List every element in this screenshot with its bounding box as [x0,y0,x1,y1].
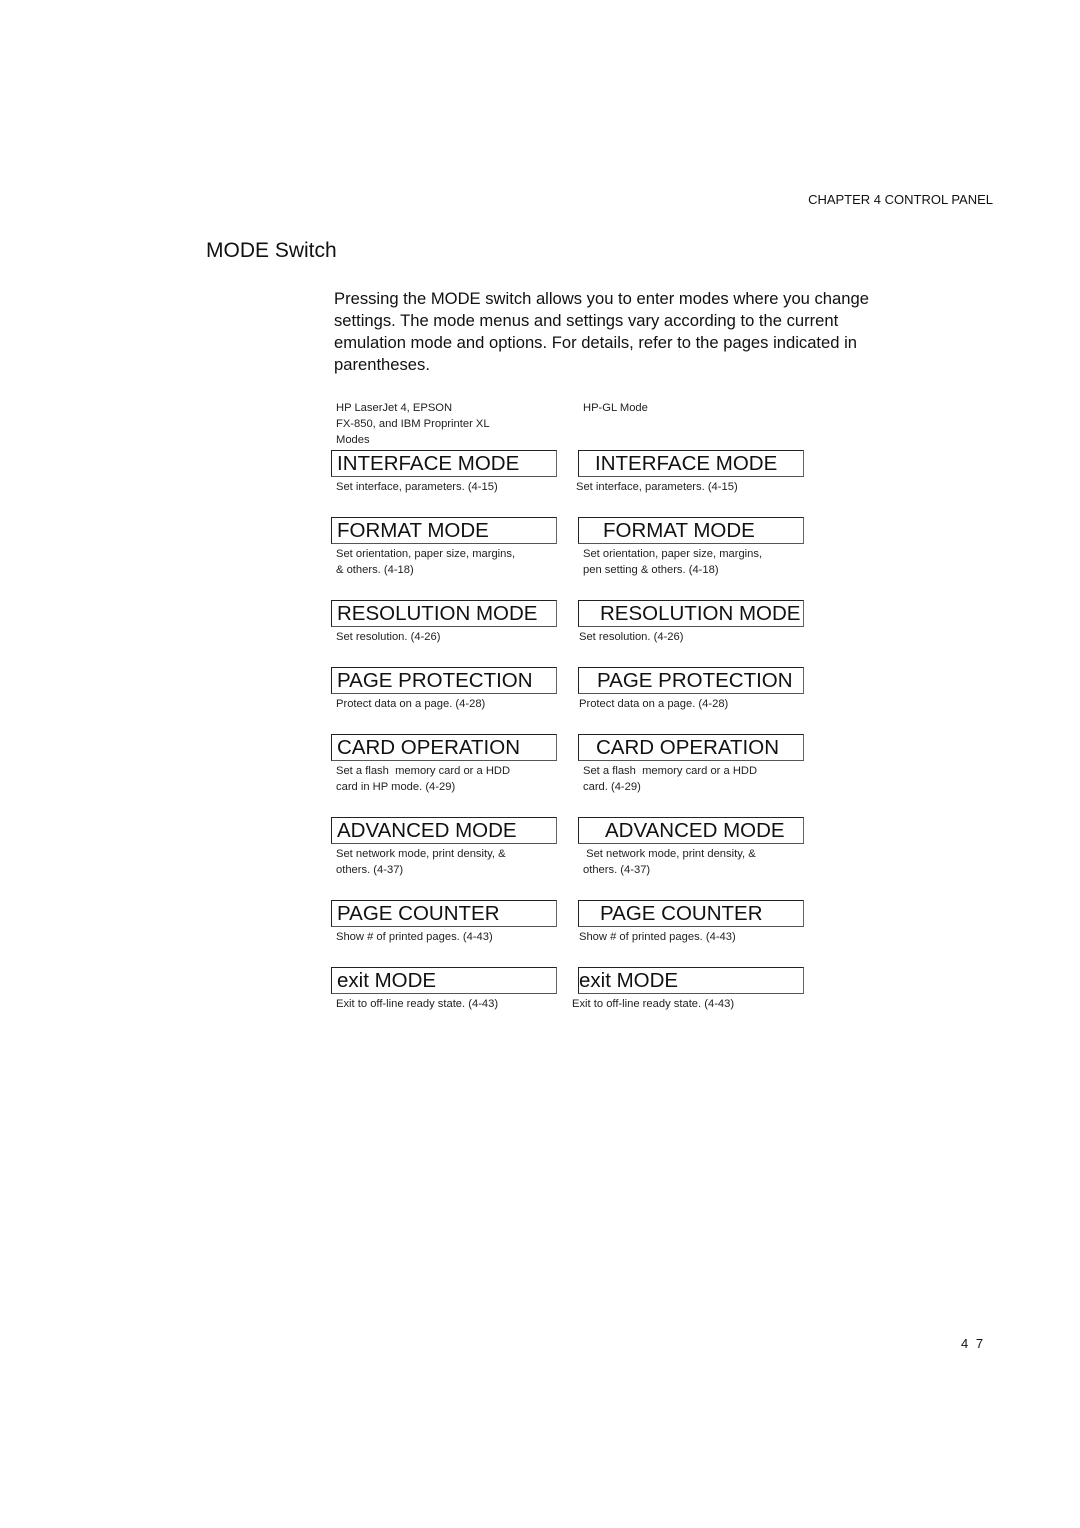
mode-description: Set network mode, print density, & others… [336,846,506,878]
caption-line: Modes [336,434,370,446]
description-line: Show # of printed pages. (4-43) [336,931,493,943]
mode-box-right: FORMAT MODE [578,517,804,544]
mode-description: Set interface, parameters. (4-15) [576,479,738,495]
mode-box-right: ADVANCED MODE [578,817,804,844]
mode-description: Set a flash memory card or a HDD card in … [336,763,510,795]
mode-box-left: PAGE COUNTER [331,900,557,927]
description-line: Set a flash memory card or a HDD [583,765,758,777]
description-line: Set a flash memory card or a HDD [336,765,511,777]
description-line: & others. (4-18) [336,564,414,576]
section-title: MODE Switch [206,239,337,262]
description-line: Protect data on a page. (4-28) [336,698,486,710]
description-line: Set interface, parameters. (4-15) [576,481,738,493]
mode-box-right: PAGE PROTECTION [578,667,804,694]
right-column-caption: HP-GL Mode [583,402,648,414]
intro-paragraph: Pressing the MODE switch allows you to e… [334,289,869,374]
mode-description: Show # of printed pages. (4-43) [336,929,493,945]
mode-box-left: exit MODE [331,967,557,994]
mode-description: Set resolution. (4-26) [579,629,683,645]
description-line: Show # of printed pages. (4-43) [579,931,736,943]
description-line: Protect data on a page. (4-28) [579,698,729,710]
mode-description: Exit to off-line ready state. (4-43) [336,996,498,1012]
mode-box-right: CARD OPERATION [578,734,804,761]
mode-description: Protect data on a page. (4-28) [579,696,728,712]
description-line: Set orientation, paper size, margins, [583,548,763,560]
description-line: others. (4-37) [583,864,651,876]
description-line: Set interface, parameters. (4-15) [336,481,498,493]
description-line: others. (4-37) [336,864,404,876]
description-line: Set resolution. (4-26) [336,631,441,643]
mode-box-right: RESOLUTION MODE [578,600,804,627]
mode-box-left: FORMAT MODE [331,517,557,544]
chapter-header: CHAPTER 4 CONTROL PANEL [808,192,993,207]
description-line: Set orientation, paper size, margins, [336,548,516,560]
mode-description: Set orientation, paper size, margins, pen… [583,546,762,578]
mode-description: Show # of printed pages. (4-43) [579,929,736,945]
caption-line: HP LaserJet 4, EPSON [336,402,453,414]
mode-box-left: RESOLUTION MODE [331,600,557,627]
caption-line: FX-850, and IBM Proprinter XL [336,418,490,430]
mode-description: Protect data on a page. (4-28) [336,696,485,712]
description-line: Set network mode, print density, & [336,848,506,860]
description-line: Exit to off-line ready state. (4-43) [336,998,499,1010]
mode-description: Set network mode, print density, & others… [583,846,756,878]
mode-description: Exit to off-line ready state. (4-43) [572,996,734,1012]
left-column-caption: HP LaserJet 4, EPSON FX-850, and IBM Pro… [336,400,536,448]
mode-box-right: exit MODE [578,967,804,994]
mode-box-right: PAGE COUNTER [578,900,804,927]
mode-description: Set a flash memory card or a HDD card. (4… [583,763,757,795]
mode-box-left: ADVANCED MODE [331,817,557,844]
description-line: Set resolution. (4-26) [579,631,684,643]
page-number: 4 7 [961,1336,986,1351]
description-line: pen setting & others. (4-18) [583,564,719,576]
mode-box-left: CARD OPERATION [331,734,557,761]
description-line: Set network mode, print density, & [583,848,756,860]
description-line: card in HP mode. (4-29) [336,781,456,793]
mode-box-right: INTERFACE MODE [578,450,804,477]
mode-box-left: PAGE PROTECTION [331,667,557,694]
mode-description: Set resolution. (4-26) [336,629,440,645]
description-line: Exit to off-line ready state. (4-43) [572,998,735,1010]
description-line: card. (4-29) [583,781,641,793]
mode-description: Set orientation, paper size, margins, & o… [336,546,515,578]
mode-box-left: INTERFACE MODE [331,450,557,477]
mode-description: Set interface, parameters. (4-15) [336,479,498,495]
